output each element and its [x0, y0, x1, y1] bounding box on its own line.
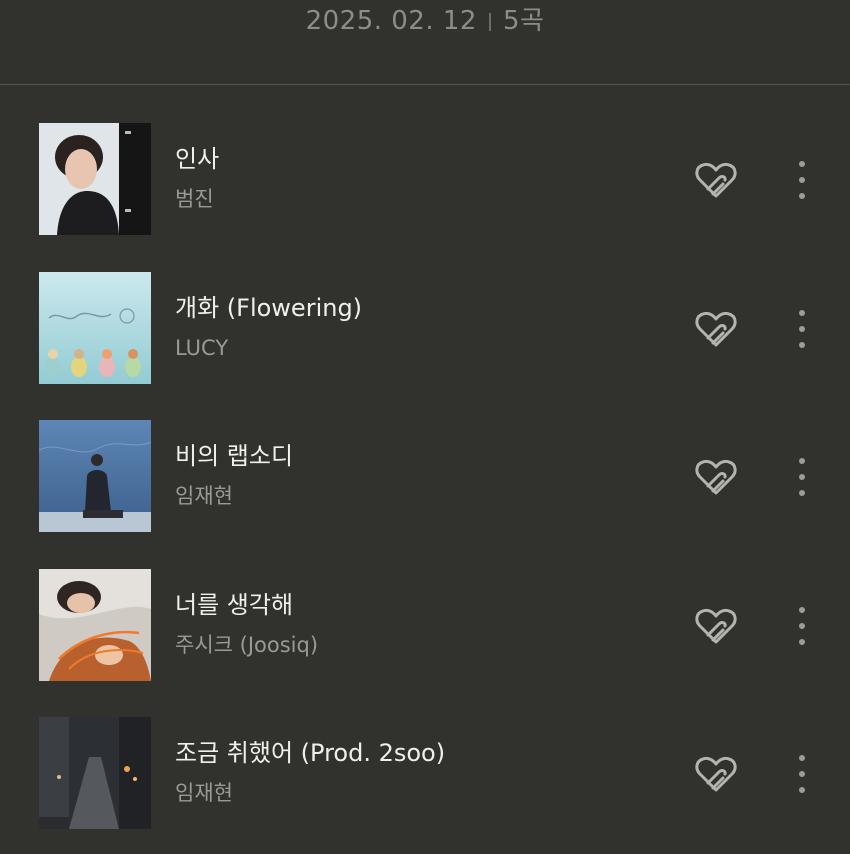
playlist-screen: 2025. 02. 12 5곡 인사 범진 개화 (Flowering) LUC…	[0, 0, 850, 854]
like-button[interactable]	[692, 159, 740, 201]
album-art[interactable]	[39, 272, 151, 384]
more-options-button[interactable]	[790, 307, 814, 351]
playlist-meta: 2025. 02. 12 5곡	[0, 3, 850, 39]
like-button[interactable]	[692, 753, 740, 795]
more-options-button[interactable]	[790, 158, 814, 202]
more-options-button[interactable]	[790, 455, 814, 499]
album-art-image	[39, 272, 151, 384]
like-button[interactable]	[692, 456, 740, 498]
song-artist: 주시크 (Joosiq)	[175, 633, 319, 657]
song-title: 비의 랩소디	[175, 442, 294, 470]
heart-outline-icon	[695, 756, 737, 792]
heart-outline-icon	[695, 608, 737, 644]
playlist-date: 2025. 02. 12	[305, 6, 477, 36]
song-row[interactable]: 비의 랩소디 임재현	[0, 383, 850, 532]
song-title: 인사	[175, 145, 220, 173]
album-art[interactable]	[39, 123, 151, 235]
song-title: 조금 취했어 (Prod. 2soo)	[175, 739, 446, 767]
album-art[interactable]	[39, 717, 151, 829]
album-art-image	[39, 123, 151, 235]
song-row[interactable]: 개화 (Flowering) LUCY	[0, 235, 850, 384]
song-artist: 임재현	[175, 484, 233, 508]
song-row[interactable]: 인사 범진	[0, 86, 850, 235]
heart-outline-icon	[695, 311, 737, 347]
song-count: 5곡	[502, 6, 545, 36]
like-button[interactable]	[692, 605, 740, 647]
song-artist: 범진	[175, 187, 214, 211]
song-title: 개화 (Flowering)	[175, 294, 363, 322]
heart-outline-icon	[695, 162, 737, 198]
album-art-image	[39, 569, 151, 681]
meta-separator	[488, 13, 491, 31]
heart-outline-icon	[695, 459, 737, 495]
more-options-button[interactable]	[790, 752, 814, 796]
album-art[interactable]	[39, 569, 151, 681]
song-row[interactable]: 조금 취했어 (Prod. 2soo) 임재현	[0, 680, 850, 829]
more-options-button[interactable]	[790, 604, 814, 648]
song-title: 너를 생각해	[175, 591, 294, 619]
song-artist: LUCY	[175, 336, 229, 360]
like-button[interactable]	[692, 308, 740, 350]
album-art[interactable]	[39, 420, 151, 532]
album-art-image	[39, 420, 151, 532]
song-artist: 임재현	[175, 781, 233, 805]
playlist-header: 2025. 02. 12 5곡	[0, 0, 850, 85]
song-row[interactable]: 너를 생각해 주시크 (Joosiq)	[0, 532, 850, 681]
album-art-image	[39, 717, 151, 829]
